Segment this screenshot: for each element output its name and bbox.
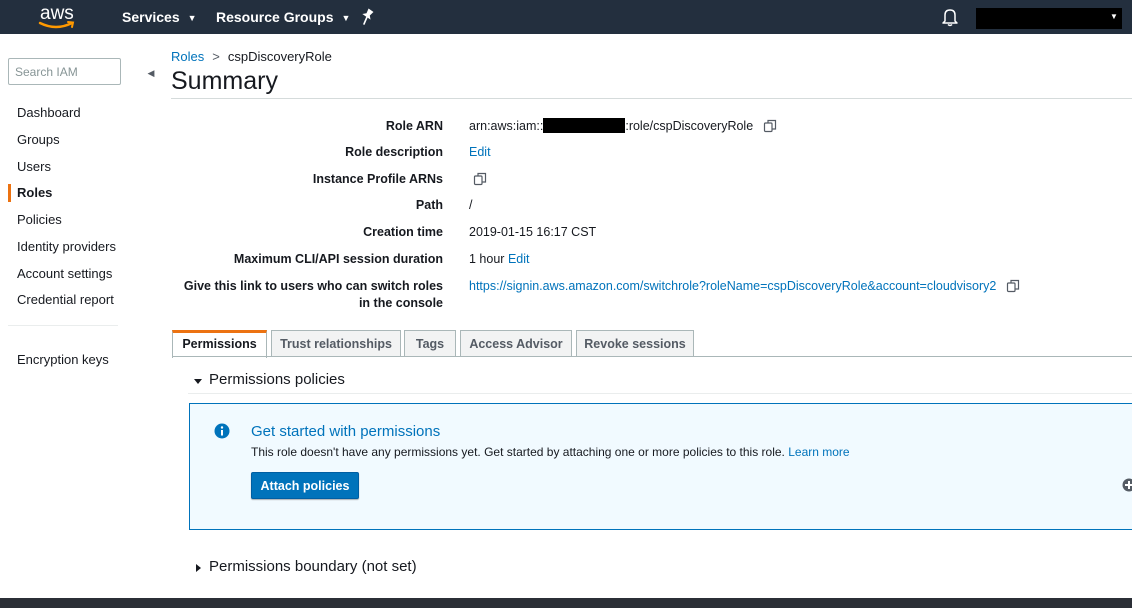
plus-circle-icon[interactable] bbox=[1122, 478, 1132, 492]
sidebar-item-encryption-keys[interactable]: Encryption keys bbox=[17, 352, 109, 367]
sidebar-item-groups[interactable]: Groups bbox=[17, 132, 60, 147]
aws-smile-icon bbox=[38, 21, 75, 29]
breadcrumb-separator: > bbox=[212, 49, 220, 64]
permissions-policies-heading[interactable]: Permissions policies bbox=[209, 371, 345, 388]
services-label: Services bbox=[122, 9, 180, 25]
chevron-down-icon: ▼ bbox=[187, 13, 197, 23]
creation-time-label: Creation time bbox=[363, 225, 443, 239]
search-iam-input[interactable] bbox=[8, 58, 121, 85]
creation-time-value: 2019-01-15 16:17 CST bbox=[469, 225, 597, 239]
sidebar: ◀ Dashboard Groups Users Roles Policies … bbox=[0, 34, 165, 598]
tab-permissions[interactable]: Permissions bbox=[172, 330, 267, 358]
copy-icon[interactable] bbox=[763, 119, 777, 133]
role-description-edit-link[interactable]: Edit bbox=[469, 143, 491, 161]
tab-revoke-sessions[interactable]: Revoke sessions bbox=[576, 330, 694, 357]
max-session-value: 1 hour Edit bbox=[469, 250, 529, 268]
info-icon bbox=[214, 423, 230, 439]
breadcrumb: Roles > cspDiscoveryRole bbox=[171, 49, 332, 64]
chevron-down-icon: ▼ bbox=[341, 13, 351, 23]
max-session-duration: 1 hour bbox=[469, 252, 505, 266]
breadcrumb-current: cspDiscoveryRole bbox=[227, 49, 332, 64]
services-menu[interactable]: Services ▼ bbox=[122, 9, 197, 25]
info-panel: Get started with permissions This role d… bbox=[189, 403, 1132, 530]
switch-role-value: https://signin.aws.amazon.com/switchrole… bbox=[469, 277, 1020, 295]
learn-more-link[interactable]: Learn more bbox=[788, 445, 849, 459]
active-indicator bbox=[8, 184, 11, 202]
info-description: This role doesn't have any permissions y… bbox=[251, 445, 785, 459]
role-arn-suffix: :role/cspDiscoveryRole bbox=[625, 119, 754, 133]
collapse-sidebar-icon[interactable]: ◀ bbox=[145, 66, 157, 80]
copy-icon[interactable] bbox=[473, 172, 487, 186]
tabs-divider bbox=[172, 356, 1132, 357]
account-menu-redacted[interactable] bbox=[976, 8, 1122, 29]
info-title: Get started with permissions bbox=[251, 423, 441, 440]
sidebar-item-account-settings[interactable]: Account settings bbox=[17, 266, 112, 281]
role-arn-value: arn:aws:iam:::role/cspDiscoveryRole bbox=[469, 117, 777, 135]
sidebar-divider bbox=[8, 325, 118, 326]
taskbar bbox=[0, 598, 1132, 608]
breadcrumb-roles-link[interactable]: Roles bbox=[171, 49, 204, 64]
tab-trust-relationships[interactable]: Trust relationships bbox=[271, 330, 401, 357]
caret-down-icon[interactable] bbox=[193, 376, 203, 386]
sidebar-item-identity-providers[interactable]: Identity providers bbox=[17, 239, 116, 254]
role-description-label: Role description bbox=[345, 145, 443, 159]
permissions-boundary-heading[interactable]: Permissions boundary (not set) bbox=[209, 558, 417, 575]
switch-role-url-link[interactable]: https://signin.aws.amazon.com/switchrole… bbox=[469, 279, 996, 293]
copy-icon[interactable] bbox=[1006, 279, 1020, 293]
title-divider bbox=[171, 98, 1132, 99]
caret-right-icon[interactable] bbox=[193, 563, 203, 573]
resource-groups-menu[interactable]: Resource Groups ▼ bbox=[216, 9, 350, 25]
main-content: Roles > cspDiscoveryRole Summary Role ARN … bbox=[165, 34, 1132, 598]
account-id-redacted bbox=[543, 118, 626, 133]
page-title: Summary bbox=[171, 67, 278, 95]
tab-access-advisor[interactable]: Access Advisor bbox=[460, 330, 572, 357]
sidebar-item-credential-report[interactable]: Credential report bbox=[17, 292, 114, 307]
aws-logo[interactable]: aws bbox=[38, 2, 78, 32]
path-value: / bbox=[469, 198, 473, 212]
max-session-label: Maximum CLI/API session duration bbox=[233, 252, 443, 266]
instance-profile-label: Instance Profile ARNs bbox=[312, 172, 443, 186]
sidebar-item-roles[interactable]: Roles bbox=[17, 185, 52, 200]
chevron-down-icon[interactable]: ▼ bbox=[1110, 12, 1118, 21]
role-arn-prefix: arn:aws:iam:: bbox=[469, 119, 544, 133]
top-navigation-bar: aws Services ▼ Resource Groups ▼ ▼ bbox=[0, 0, 1132, 34]
max-session-edit-link[interactable]: Edit bbox=[508, 252, 530, 266]
sidebar-item-dashboard[interactable]: Dashboard bbox=[17, 105, 81, 120]
instance-profile-value bbox=[473, 170, 487, 188]
section-divider bbox=[188, 393, 1132, 394]
pin-icon[interactable] bbox=[359, 8, 375, 26]
tab-tags[interactable]: Tags bbox=[404, 330, 456, 357]
sidebar-item-policies[interactable]: Policies bbox=[17, 212, 62, 227]
attach-policies-button[interactable]: Attach policies bbox=[251, 472, 359, 499]
path-label: Path bbox=[415, 198, 443, 212]
resource-groups-label: Resource Groups bbox=[216, 9, 334, 25]
bell-icon[interactable] bbox=[941, 7, 959, 27]
switch-role-label-line1: Give this link to users who can switch r… bbox=[183, 279, 443, 293]
role-arn-label: Role ARN bbox=[385, 119, 443, 133]
info-text: This role doesn't have any permissions y… bbox=[251, 445, 850, 459]
switch-role-label-line2: in the console bbox=[358, 296, 443, 310]
sidebar-item-users[interactable]: Users bbox=[17, 159, 51, 174]
